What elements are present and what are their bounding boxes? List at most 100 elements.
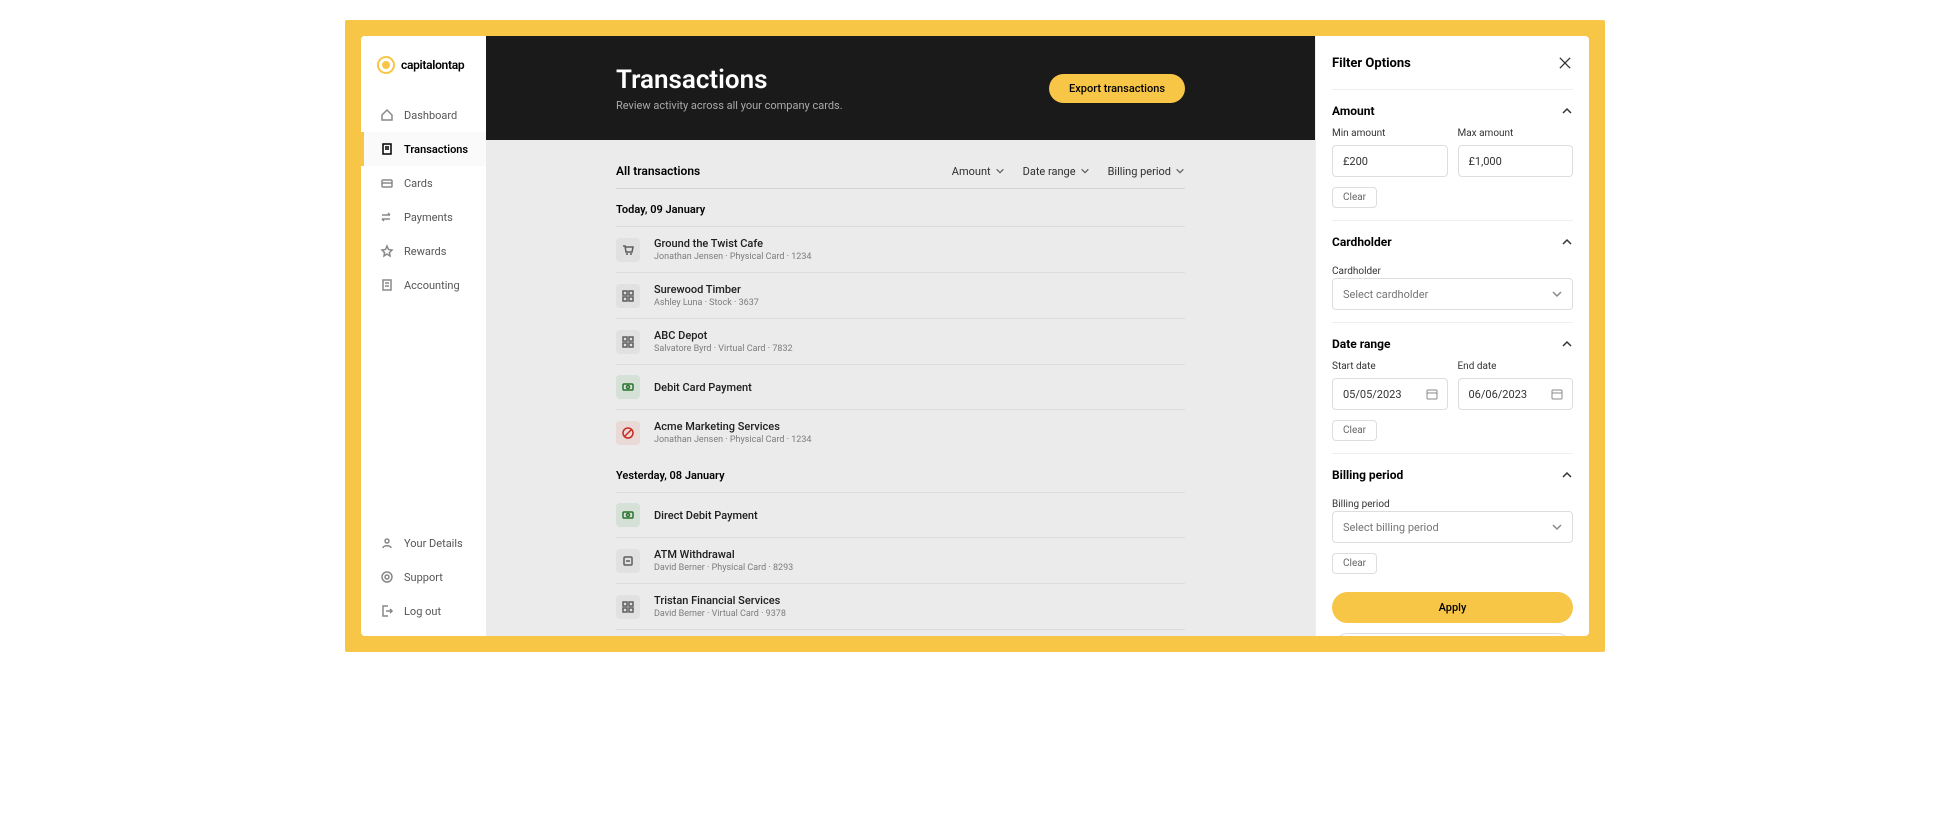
transaction-title: Direct Debit Payment: [654, 509, 758, 522]
transaction-meta: David Berner · Virtual Card · 9378: [654, 609, 786, 619]
date-range-section-toggle[interactable]: Date range: [1332, 337, 1573, 351]
sidebar-item-label: Rewards: [404, 245, 446, 258]
close-icon[interactable]: [1559, 57, 1573, 71]
filter-chip-amount[interactable]: Amount: [952, 165, 1005, 178]
apply-filters-button[interactable]: Apply: [1332, 592, 1573, 623]
transaction-row[interactable]: Ground the Twist Cafe Jonathan Jensen · …: [616, 226, 1185, 272]
life-ring-icon: [380, 570, 394, 584]
sidebar-item-label: Cards: [404, 177, 433, 190]
start-date-label: Start date: [1332, 361, 1448, 372]
amount-section-toggle[interactable]: Amount: [1332, 104, 1573, 118]
sidebar-item-accounting[interactable]: Accounting: [361, 268, 486, 302]
filter-panel: Filter Options Amount Min amount: [1315, 36, 1589, 636]
transaction-row[interactable]: Debit Card Payment: [616, 364, 1185, 409]
grid-icon: [616, 330, 640, 354]
sidebar: capitalontap Dashboard Transactions Cards P…: [361, 36, 486, 636]
transaction-row[interactable]: ABC Depot Salvatore Byrd · Virtual Card …: [616, 318, 1185, 364]
chevron-up-icon: [1561, 105, 1573, 117]
sidebar-item-log-out[interactable]: Log out: [361, 594, 486, 628]
transaction-row[interactable]: Direct Debit Payment: [616, 492, 1185, 537]
transaction-title: ATM Withdrawal: [654, 548, 793, 561]
page-title: Transactions: [616, 65, 843, 95]
transaction-row[interactable]: ATM Withdrawal David Berner · Physical C…: [616, 537, 1185, 583]
transaction-meta: Ashley Luna · Stock · 3637: [654, 298, 759, 308]
sidebar-item-label: Your Details: [404, 537, 463, 550]
sidebar-item-payments[interactable]: Payments: [361, 200, 486, 234]
logo-mark-icon: [377, 56, 395, 74]
logout-icon: [380, 604, 394, 618]
transaction-title: Debit Card Payment: [654, 381, 752, 394]
end-date-input[interactable]: [1458, 378, 1574, 410]
chevron-up-icon: [1561, 236, 1573, 248]
max-amount-input[interactable]: [1458, 145, 1574, 177]
transaction-row[interactable]: Tristan Financial Services David Berner …: [616, 583, 1185, 629]
amount-clear-button[interactable]: Clear: [1332, 187, 1377, 208]
chevron-down-icon: [1175, 166, 1185, 176]
money-icon: [616, 375, 640, 399]
sidebar-item-rewards[interactable]: Rewards: [361, 234, 486, 268]
transaction-title: Ground the Twist Cafe: [654, 237, 811, 250]
date-group-header: Today, 09 January: [616, 189, 1185, 226]
sidebar-item-label: Log out: [404, 605, 441, 618]
ledger-icon: [380, 278, 394, 292]
end-date-label: End date: [1458, 361, 1574, 372]
billing-section-toggle[interactable]: Billing period: [1332, 468, 1573, 482]
filter-chip-billing-period[interactable]: Billing period: [1108, 165, 1185, 178]
filter-section-billing: Billing period Billing period Clear: [1332, 453, 1573, 586]
cardholder-label: Cardholder: [1332, 266, 1381, 277]
filter-panel-title: Filter Options: [1332, 56, 1411, 71]
cardholder-select[interactable]: [1332, 278, 1573, 310]
home-icon: [380, 108, 394, 122]
cardholder-section-toggle[interactable]: Cardholder: [1332, 235, 1573, 249]
transaction-meta: Jonathan Jensen · Physical Card · 1234: [654, 252, 811, 262]
transaction-title: Acme Marketing Services: [654, 420, 811, 433]
logo: capitalontap: [361, 36, 486, 98]
chevron-up-icon: [1561, 338, 1573, 350]
sidebar-item-label: Payments: [404, 211, 453, 224]
sidebar-item-transactions[interactable]: Transactions: [361, 132, 486, 166]
clear-all-filters-button[interactable]: Clear all filters: [1332, 633, 1573, 636]
primary-nav: Dashboard Transactions Cards Payments Reward…: [361, 98, 486, 526]
receipt-icon: [380, 142, 394, 156]
sidebar-item-label: Accounting: [404, 279, 460, 292]
sidebar-item-support[interactable]: Support: [361, 560, 486, 594]
brand-name: capitalontap: [401, 58, 464, 72]
sidebar-item-cards[interactable]: Cards: [361, 166, 486, 200]
page-subtitle: Review activity across all your company …: [616, 99, 843, 112]
secondary-nav: Your Details Support Log out: [361, 526, 486, 636]
transfer-icon: [380, 210, 394, 224]
filter-section-date-range: Date range Start date End date: [1332, 322, 1573, 453]
transaction-row[interactable]: Holloway Manufacturing Salvatore Byrd · …: [616, 629, 1185, 636]
transaction-row[interactable]: Surewood Timber Ashley Luna · Stock · 36…: [616, 272, 1185, 318]
export-transactions-button[interactable]: Export transactions: [1049, 74, 1185, 103]
user-icon: [380, 536, 394, 550]
start-date-input[interactable]: [1332, 378, 1448, 410]
filter-chip-date-range[interactable]: Date range: [1023, 165, 1090, 178]
sidebar-item-your-details[interactable]: Your Details: [361, 526, 486, 560]
sidebar-item-label: Transactions: [404, 143, 468, 156]
card-icon: [380, 176, 394, 190]
chevron-down-icon: [1080, 166, 1090, 176]
sidebar-item-label: Support: [404, 571, 443, 584]
date-range-clear-button[interactable]: Clear: [1332, 420, 1377, 441]
money-icon: [616, 503, 640, 527]
date-group-header: Yesterday, 08 January: [616, 455, 1185, 492]
min-amount-label: Min amount: [1332, 128, 1448, 139]
filter-chips-row: Amount Date range Billing period: [952, 165, 1185, 178]
filter-section-amount: Amount Min amount Max amount Clear: [1332, 89, 1573, 220]
billing-clear-button[interactable]: Clear: [1332, 553, 1377, 574]
sidebar-item-label: Dashboard: [404, 109, 457, 122]
transaction-row[interactable]: Acme Marketing Services Jonathan Jensen …: [616, 409, 1185, 455]
transaction-meta: David Berner · Physical Card · 8293: [654, 563, 793, 573]
atm-icon: [616, 549, 640, 573]
sidebar-item-dashboard[interactable]: Dashboard: [361, 98, 486, 132]
transaction-title: Tristan Financial Services: [654, 594, 786, 607]
cancel-icon: [616, 421, 640, 445]
min-amount-input[interactable]: [1332, 145, 1448, 177]
transaction-meta: Jonathan Jensen · Physical Card · 1234: [654, 435, 811, 445]
list-title: All transactions: [616, 164, 700, 178]
billing-label: Billing period: [1332, 499, 1390, 510]
chevron-up-icon: [1561, 469, 1573, 481]
page-header: Transactions Review activity across all …: [486, 36, 1315, 140]
billing-select[interactable]: [1332, 511, 1573, 543]
